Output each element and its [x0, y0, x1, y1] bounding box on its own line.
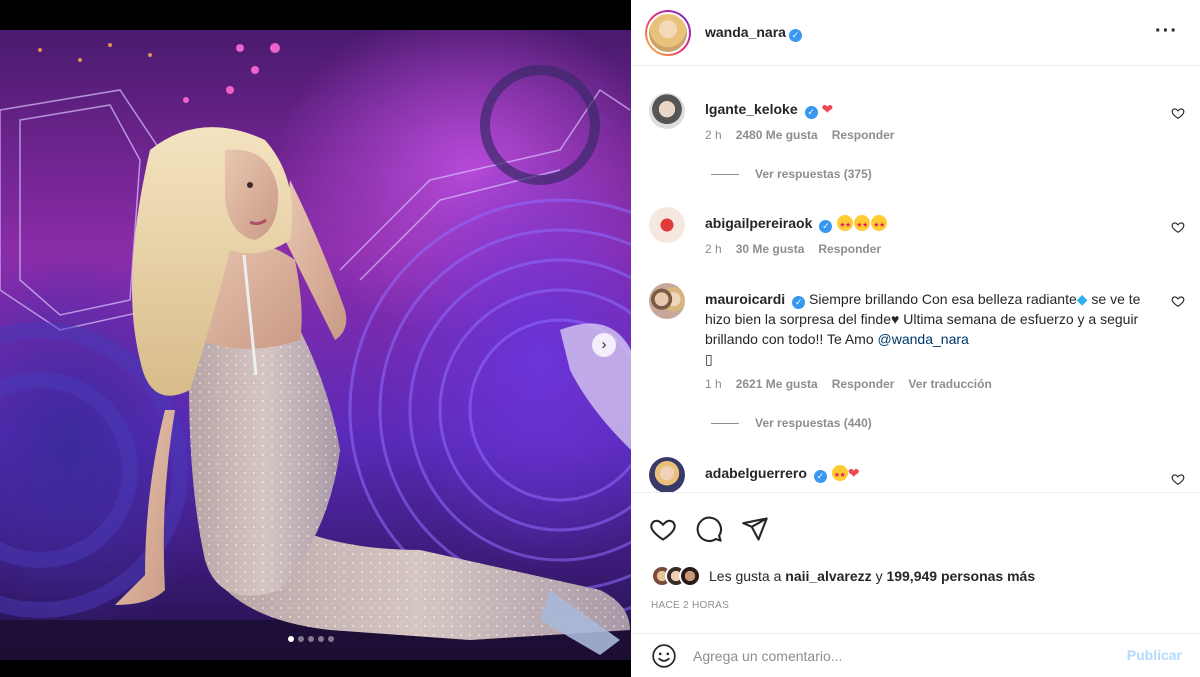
commenter-avatar[interactable] [649, 457, 685, 492]
likes-summary: Les gusta a naii_alvarezz y 199,949 pers… [651, 565, 1035, 587]
liker-avatar [679, 565, 701, 587]
red-heart-emoji-icon: ❤ [847, 465, 860, 481]
commenter-avatar[interactable] [649, 283, 685, 319]
comment-likes[interactable]: 30 Me gusta [736, 242, 805, 256]
likes-text: Les gusta a naii_alvarezz y 199,949 pers… [709, 568, 1036, 584]
reply-button[interactable]: Responder [832, 128, 895, 142]
verified-badge-icon: ✓ [813, 470, 827, 483]
comment-meta: 2 h 2480 Me gusta Responder [705, 128, 894, 142]
verified-badge-icon: ✓ [819, 220, 833, 233]
comment-likes[interactable]: 2621 Me gusta [736, 377, 818, 391]
like-comment-heart-icon[interactable] [1171, 472, 1185, 486]
star-struck-emoji-icon [854, 215, 871, 236]
black-heart-emoji-icon: ♥ [891, 311, 900, 327]
comment-likes[interactable]: 2480 Me gusta [736, 128, 818, 142]
carousel-dot [298, 636, 304, 642]
view-replies-button[interactable]: Ver respuestas (440) [711, 416, 872, 430]
verified-badge-icon: ✓ [788, 29, 802, 42]
star-struck-emoji-icon [871, 215, 888, 236]
carousel-indicators [288, 636, 334, 642]
comments-list: lgante_keloke ✓ ❤ 2 h 2480 Me gusta Respo… [631, 67, 1200, 492]
unsupported-glyph: ▯ [705, 351, 713, 367]
like-heart-icon[interactable] [649, 515, 677, 543]
author-username[interactable]: wanda_nara ✓ [705, 24, 802, 42]
reply-button[interactable]: Responder [818, 242, 881, 256]
carousel-dot-active [288, 636, 294, 642]
translate-button[interactable]: Ver traducción [908, 377, 991, 391]
carousel-dot [328, 636, 334, 642]
publish-button[interactable]: Publicar [1127, 647, 1182, 663]
post-media: › [0, 0, 631, 677]
red-heart-emoji-icon: ❤ [821, 101, 834, 117]
reply-button[interactable]: Responder [832, 377, 895, 391]
verified-badge-icon: ✓ [792, 296, 806, 309]
comment-bubble-icon[interactable] [695, 515, 723, 543]
comment-time: 2 h [705, 242, 722, 256]
commenter-avatar[interactable] [649, 93, 685, 129]
verified-badge-icon: ✓ [804, 106, 818, 119]
carousel-dot [318, 636, 324, 642]
commenter-username[interactable]: mauroicardi [705, 291, 785, 307]
comment-meta: 1 h 2621 Me gusta Responder Ver traducci… [705, 377, 992, 391]
raising-hands-emoji-icon [831, 465, 848, 486]
comment-meta: 2 h 30 Me gusta Responder [705, 242, 881, 256]
like-comment-heart-icon[interactable] [1171, 294, 1185, 308]
comment-text: abigailpereiraok ✓ [705, 213, 1155, 236]
commenter-username[interactable]: abigailpereiraok [705, 215, 812, 231]
comment-input[interactable] [693, 642, 1093, 670]
view-replies-button[interactable]: Ver respuestas (375) [711, 167, 872, 181]
comment-composer: Publicar [631, 633, 1200, 677]
post-timestamp[interactable]: HACE 2 HORAS [651, 600, 729, 611]
carousel-next-button[interactable]: › [592, 333, 616, 357]
likes-count[interactable]: 199,949 personas más [886, 568, 1035, 584]
commenter-username[interactable]: lgante_keloke [705, 101, 798, 117]
share-paper-plane-icon[interactable] [741, 515, 769, 543]
post-header: wanda_nara ✓ ··· [631, 0, 1200, 66]
comment-text: mauroicardi ✓ Siempre brillando Con esa b… [705, 291, 1141, 367]
commenter-avatar[interactable] [649, 207, 685, 243]
comment-text: lgante_keloke ✓ ❤ [705, 99, 1155, 119]
carousel-dot [308, 636, 314, 642]
author-avatar[interactable] [645, 10, 691, 56]
comment-time: 1 h [705, 377, 722, 391]
more-options-icon[interactable]: ··· [1155, 21, 1178, 41]
gem-emoji-icon: ◆ [1076, 291, 1088, 307]
liker-username[interactable]: naii_alvarezz [785, 568, 871, 584]
post-actions: Les gusta a naii_alvarezz y 199,949 pers… [631, 492, 1200, 632]
photo-illustration [0, 43, 631, 660]
instagram-post-modal: › wanda_nara ✓ ··· lgante_keloke ✓ ❤ 2 h 2… [0, 0, 1200, 677]
comment-text: adabelguerrero ✓ ❤ [705, 463, 1155, 486]
emoji-smiley-icon[interactable] [651, 643, 677, 669]
post-photo[interactable] [0, 30, 631, 660]
like-comment-heart-icon[interactable] [1171, 220, 1185, 234]
mention-link[interactable]: @wanda_nara [878, 331, 969, 347]
commenter-username[interactable]: adabelguerrero [705, 465, 807, 481]
comment-time: 2 h [705, 128, 722, 142]
post-sidebar: wanda_nara ✓ ··· lgante_keloke ✓ ❤ 2 h 248… [631, 0, 1200, 677]
star-struck-emoji-icon [837, 215, 854, 236]
like-comment-heart-icon[interactable] [1171, 106, 1185, 120]
